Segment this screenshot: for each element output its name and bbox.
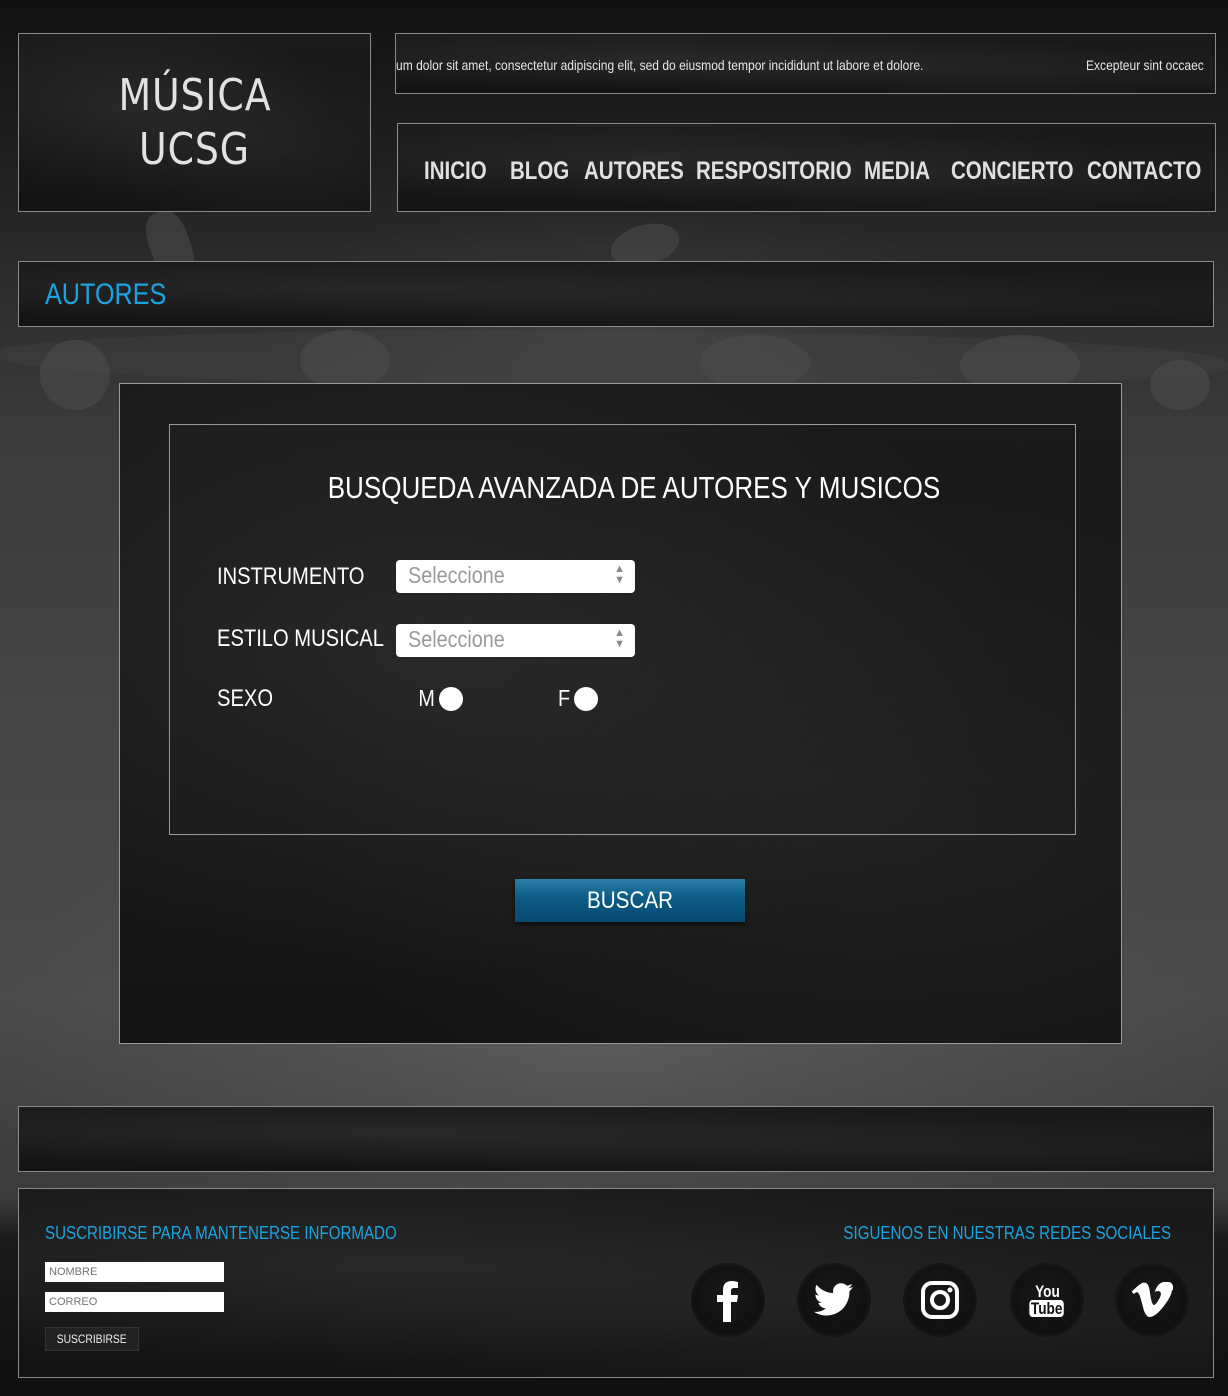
- nav-item-media[interactable]: MEDIA: [864, 157, 930, 186]
- site-logo[interactable]: MÚSICA UCSG: [18, 33, 371, 212]
- select-arrows-icon: ▲ ▼: [614, 627, 625, 650]
- vimeo-icon[interactable]: [1115, 1263, 1189, 1337]
- facebook-icon[interactable]: [691, 1263, 765, 1337]
- instrumento-label: INSTRUMENTO: [217, 563, 365, 590]
- nav-item-respositorio[interactable]: RESPOSITORIO: [696, 157, 852, 186]
- nav-item-contacto[interactable]: CONTACTO: [1087, 157, 1201, 186]
- sexo-f-label: F: [557, 685, 571, 711]
- sexo-radio-f[interactable]: F: [557, 685, 599, 712]
- youtube-icon[interactable]: You Tube: [1010, 1263, 1084, 1337]
- page-title-bar: AUTORES: [18, 261, 1214, 327]
- logo-line-2: UCSG: [139, 123, 250, 175]
- correo-input[interactable]: [45, 1292, 224, 1312]
- radio-circle-icon[interactable]: [439, 686, 464, 711]
- nav-item-autores[interactable]: AUTORES: [584, 157, 684, 186]
- search-form-title: BUSQUEDA AVANZADA DE AUTORES Y MUSICOS: [327, 470, 941, 505]
- subscribe-button[interactable]: SUSCRIBIRSE: [45, 1327, 139, 1351]
- nav-item-blog[interactable]: BLOG: [510, 157, 569, 186]
- nombre-input[interactable]: [45, 1262, 224, 1282]
- page-title: AUTORES: [45, 278, 167, 311]
- instagram-icon[interactable]: [903, 1263, 977, 1337]
- instrumento-select[interactable]: Seleccione ▲ ▼: [396, 560, 635, 593]
- youtube-tube-text: Tube: [1029, 1299, 1065, 1318]
- estilo-musical-select-value: Seleccione: [408, 626, 505, 652]
- logo-line-1: MÚSICA: [118, 69, 271, 121]
- news-ticker: um dolor sit amet, consectetur adipiscin…: [395, 33, 1216, 94]
- estilo-musical-label: ESTILO MUSICAL: [217, 625, 384, 652]
- twitter-icon[interactable]: [797, 1263, 871, 1337]
- sexo-label: SEXO: [217, 685, 274, 712]
- search-button[interactable]: BUSCAR: [515, 879, 745, 922]
- radio-circle-icon[interactable]: [574, 686, 599, 711]
- estilo-musical-select[interactable]: Seleccione ▲ ▼: [396, 624, 635, 657]
- instrumento-select-value: Seleccione: [408, 562, 505, 588]
- content-bar: [18, 1106, 1214, 1172]
- search-button-label: BUSCAR: [586, 886, 674, 914]
- sexo-radio-m[interactable]: M: [417, 685, 464, 712]
- ticker-text-1: um dolor sit amet, consectetur adipiscin…: [396, 57, 924, 73]
- nav-item-inicio[interactable]: INICIO: [424, 157, 487, 186]
- main-nav: INICIO BLOG AUTORES RESPOSITORIO MEDIA C…: [397, 123, 1216, 212]
- nav-item-concierto[interactable]: CONCIERTO: [951, 157, 1074, 186]
- subscribe-title: SUSCRIBIRSE PARA MANTENERSE INFORMADO: [45, 1223, 397, 1243]
- sexo-m-label: M: [418, 685, 435, 711]
- ticker-text-2: Excepteur sint occaec: [1086, 57, 1204, 73]
- youtube-you-text: You: [1034, 1282, 1060, 1301]
- subscribe-button-label: SUSCRIBIRSE: [57, 1332, 127, 1346]
- social-title: SIGUENOS EN NUESTRAS REDES SOCIALES: [843, 1223, 1171, 1243]
- select-arrows-icon: ▲ ▼: [614, 563, 625, 586]
